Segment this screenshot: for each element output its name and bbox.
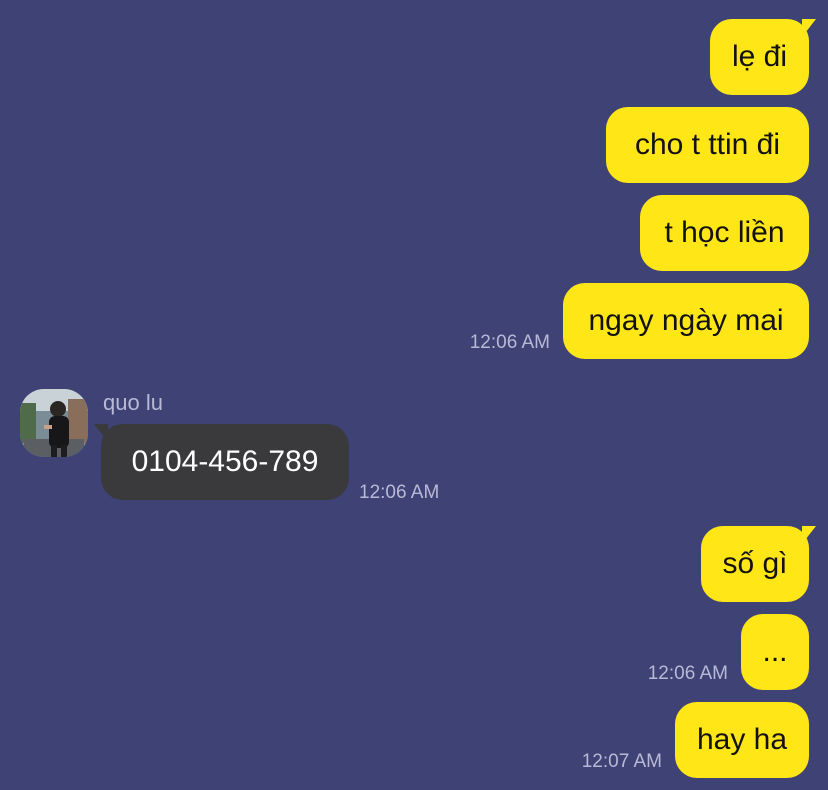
message-text: ngay ngày mai bbox=[588, 304, 784, 337]
sender-name: quo lu bbox=[103, 390, 163, 415]
message-timestamp: 12:06 AM bbox=[647, 663, 728, 684]
outgoing-message-bubble[interactable]: hay ha bbox=[675, 702, 809, 778]
outgoing-message-bubble[interactable]: số gì bbox=[701, 526, 816, 602]
message-timestamp: 12:06 AM bbox=[359, 482, 440, 503]
bubble-tail bbox=[802, 19, 816, 37]
outgoing-message-bubble[interactable]: ... bbox=[741, 614, 809, 690]
message-text: 0104-456-789 bbox=[131, 445, 319, 478]
bubble-tail bbox=[802, 526, 816, 544]
message-timestamp: 12:06 AM bbox=[469, 332, 550, 353]
message-timestamp: 12:07 AM bbox=[581, 751, 662, 772]
contact-avatar[interactable] bbox=[20, 389, 88, 457]
message-text: số gì bbox=[722, 547, 788, 580]
incoming-message-bubble[interactable]: 0104-456-789 bbox=[94, 424, 349, 500]
message-text: t học liền bbox=[664, 216, 785, 249]
outgoing-message-bubble[interactable]: ngay ngày mai bbox=[563, 283, 809, 359]
message-text: hay ha bbox=[696, 723, 788, 756]
message-text: lẹ đi bbox=[731, 40, 788, 73]
outgoing-message-bubble[interactable]: t học liền bbox=[640, 195, 809, 271]
chat-thread[interactable]: lẹ đi cho t ttin đi t học liền ngay ngày… bbox=[0, 0, 828, 790]
message-text: ... bbox=[762, 635, 788, 668]
avatar-photo-icon bbox=[20, 389, 88, 457]
outgoing-message-bubble[interactable]: lẹ đi bbox=[710, 19, 816, 95]
outgoing-message-bubble[interactable]: cho t ttin đi bbox=[606, 107, 809, 183]
message-text: cho t ttin đi bbox=[634, 128, 781, 161]
bubble-tail bbox=[94, 424, 108, 442]
